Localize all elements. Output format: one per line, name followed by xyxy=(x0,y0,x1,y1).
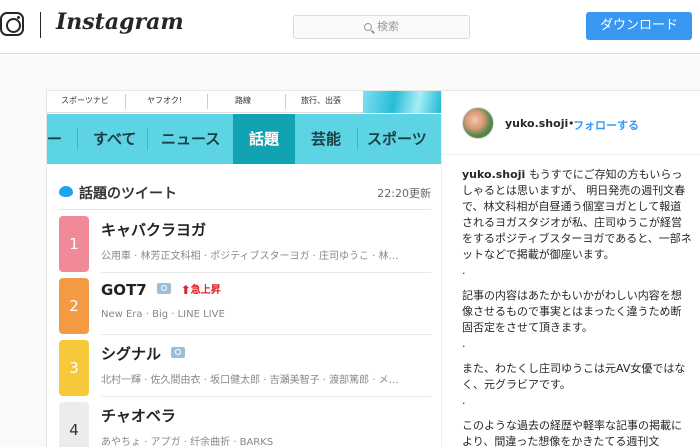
ranking-row: 2 GOT7 ⬆急上昇 New Era · Big · LINE LIVE xyxy=(59,275,431,335)
avatar[interactable] xyxy=(462,107,494,139)
ranking-row: 3 シグナル北村一輝 · 佐久間由衣 · 坂口健太郎 · 吉瀬美智子 · 渡部篤郎… xyxy=(59,337,431,397)
caption-username[interactable]: yuko.shoji xyxy=(462,168,529,181)
caption-paragraph: yuko.shoji もうすでにご存知の方もいらっしゃるとは思いますが、 明日発… xyxy=(462,167,692,263)
tab-divider xyxy=(357,128,358,150)
tab-all: すべて xyxy=(93,130,137,148)
nav-divider xyxy=(40,12,41,38)
tab-partial: ー xyxy=(47,130,63,148)
wave-decoration xyxy=(363,91,441,113)
caption-text: もうすでにご存知の方もいらっしゃるとは思いますが、 明日発売の週刊文春で、林文科… xyxy=(462,168,692,261)
caption-paragraph: . xyxy=(462,263,692,278)
caption-text: また、わたくし庄司ゆうこは元AV女優ではなく、元グラビアです。 xyxy=(462,362,686,391)
trending-tweets-time: 22:20更新 xyxy=(377,187,431,200)
caption-paragraph: このような過去の経歴や軽率な記事の掲載により、間違った想像をかきたてる週刊文 xyxy=(462,418,692,447)
rising-label: 急上昇 xyxy=(190,285,221,296)
post-sidebar: yuko.shoji • フォローする yuko.shoji もうすでにご存知の… xyxy=(441,91,700,447)
rank-title: シグナル xyxy=(101,343,186,364)
rank-title: GOT7 ⬆急上昇 xyxy=(101,281,221,299)
download-button[interactable]: ダウンロード xyxy=(586,12,692,40)
search-placeholder: 検索 xyxy=(377,20,399,33)
instagram-wordmark[interactable]: Instagram xyxy=(56,9,184,35)
top-nav-bar: Instagram 検索 ダウンロード xyxy=(0,0,700,54)
rank-title-text: GOT7 xyxy=(101,281,147,299)
subnav-item: 旅行、出張 xyxy=(301,96,341,105)
post-photo[interactable]: スポーツナビ ヤフオク! 路線 旅行、出張 ー すべて ニュース 話題 芸能 ス… xyxy=(47,91,441,447)
post-username[interactable]: yuko.shoji xyxy=(505,117,568,130)
follow-button[interactable]: フォローする xyxy=(573,117,639,133)
tab-entertainment: 芸能 xyxy=(311,130,342,148)
trending-tweets-title: 話題のツイート xyxy=(79,186,177,202)
caption-paragraph: . xyxy=(462,393,692,408)
search-input[interactable]: 検索 xyxy=(293,15,470,39)
rank-number: 1 xyxy=(59,216,89,272)
subnav-item: ヤフオク! xyxy=(147,96,183,105)
tab-divider xyxy=(147,128,148,150)
rank-related-terms: 公用車 · 林芳正文科相 · ポジティブスターヨガ · 庄司ゆうこ · 林… xyxy=(101,251,399,262)
subnav-divider xyxy=(125,94,126,109)
rank-title-text: チャオベラ xyxy=(101,407,176,425)
subnav-divider xyxy=(207,94,208,109)
camera-icon xyxy=(171,347,186,358)
trending-tweets-header: 話題のツイート 22:20更新 xyxy=(59,183,431,207)
category-tabs: ー すべて ニュース 話題 芸能 スポーツ xyxy=(47,114,441,164)
rank-related-terms: New Era · Big · LINE LIVE xyxy=(101,309,225,320)
caption-paragraph: 記事の内容はあたかもいかがわしい内容を想像させるもので事実とはまったく違うため断… xyxy=(462,288,692,336)
rank-related-terms: あやちょ · アプガ · 纤余曲折 · BARKS xyxy=(101,437,274,447)
tab-divider xyxy=(77,128,78,150)
tab-sports: スポーツ xyxy=(367,130,427,148)
caption-text: このような過去の経歴や軽率な記事の掲載により、間違った想像をかきたてる週刊文 xyxy=(462,419,682,447)
rank-title-text: シグナル xyxy=(101,345,162,363)
twitter-bird-icon xyxy=(59,186,73,197)
camera-icon xyxy=(156,283,171,294)
ranking-row: 1 キャバクラヨガ公用車 · 林芳正文科相 · ポジティブスターヨガ · 庄司ゆう… xyxy=(59,213,431,273)
rising-arrow-icon: ⬆ xyxy=(180,283,191,297)
tab-news: ニュース xyxy=(161,130,221,148)
search-icon xyxy=(364,23,372,31)
rank-title: キャバクラヨガ xyxy=(101,219,206,240)
post-caption: yuko.shoji もうすでにご存知の方もいらっしゃるとは思いますが、 明日発… xyxy=(462,167,692,447)
post-header: yuko.shoji • フォローする xyxy=(442,91,700,155)
photo-subnav: スポーツナビ ヤフオク! 路線 旅行、出張 xyxy=(47,91,441,113)
rank-related-terms: 北村一輝 · 佐久間由衣 · 坂口健太郎 · 吉瀬美智子 · 渡部篤郎 · メ… xyxy=(101,375,399,386)
ranking-row: 4 チャオベラあやちょ · アプガ · 纤余曲折 · BARKS xyxy=(59,399,431,447)
rank-number: 2 xyxy=(59,278,89,334)
subnav-item: スポーツナビ xyxy=(61,96,109,105)
rank-number: 3 xyxy=(59,340,89,396)
divider xyxy=(59,209,431,210)
divider xyxy=(101,334,431,335)
rank-title-text: キャバクラヨガ xyxy=(101,221,207,239)
subnav-divider xyxy=(285,94,286,109)
caption-text: . xyxy=(462,337,466,350)
subnav-item: 路線 xyxy=(235,96,251,105)
rank-number: 4 xyxy=(59,402,89,447)
divider xyxy=(101,396,431,397)
instagram-camera-icon[interactable] xyxy=(0,12,24,36)
tab-topics: 話題 xyxy=(233,114,295,164)
caption-text: . xyxy=(462,394,466,407)
caption-text: 記事の内容はあたかもいかがわしい内容を想像させるもので事実とはまったく違うため断… xyxy=(462,289,682,334)
caption-paragraph: また、わたくし庄司ゆうこは元AV女優ではなく、元グラビアです。 xyxy=(462,361,692,393)
caption-paragraph: . xyxy=(462,336,692,351)
caption-text: . xyxy=(462,264,466,277)
post-card: スポーツナビ ヤフオク! 路線 旅行、出張 ー すべて ニュース 話題 芸能 ス… xyxy=(46,90,700,447)
rank-title: チャオベラ xyxy=(101,405,176,426)
divider xyxy=(101,272,431,273)
